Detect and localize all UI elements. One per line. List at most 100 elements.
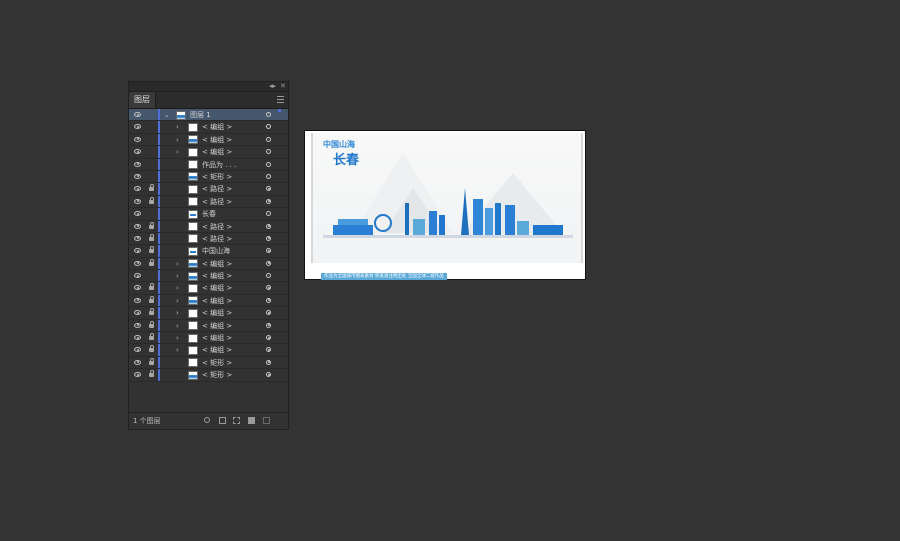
layer-row[interactable]: < 路径 >: [129, 183, 288, 196]
chevron-right-icon[interactable]: ›: [176, 146, 179, 158]
lock-icon[interactable]: [149, 221, 154, 229]
chevron-right-icon[interactable]: ›: [176, 270, 179, 282]
lock-icon[interactable]: [149, 345, 154, 353]
visibility-eye-icon[interactable]: [134, 112, 141, 117]
target-circle-icon[interactable]: [266, 223, 271, 229]
visibility-eye-icon[interactable]: [134, 335, 141, 341]
chevron-right-icon[interactable]: ›: [176, 121, 179, 133]
target-circle-icon[interactable]: [266, 359, 271, 365]
panel-menu-icon[interactable]: [277, 96, 284, 103]
target-circle-icon[interactable]: [266, 322, 271, 328]
lock-icon[interactable]: [149, 233, 154, 241]
visibility-eye-icon[interactable]: [134, 372, 141, 378]
layer-row[interactable]: › < 编组 >: [129, 133, 288, 147]
visibility-eye-icon[interactable]: [134, 310, 141, 316]
lock-icon[interactable]: [149, 283, 154, 291]
target-circle-icon[interactable]: [266, 173, 271, 179]
lock-icon[interactable]: [149, 370, 154, 378]
visibility-eye-icon[interactable]: [134, 285, 141, 291]
lock-icon[interactable]: [149, 184, 154, 192]
tab-layers[interactable]: 图层: [129, 92, 156, 108]
chevron-down-icon[interactable]: ⌄: [164, 109, 170, 121]
lock-icon[interactable]: [149, 295, 154, 303]
visibility-eye-icon[interactable]: [134, 211, 141, 217]
target-circle-icon[interactable]: [266, 335, 271, 341]
chevron-right-icon[interactable]: ›: [176, 320, 179, 332]
collapse-icon[interactable]: ◂▸: [269, 82, 276, 91]
target-circle-icon[interactable]: [266, 211, 271, 217]
target-circle-icon[interactable]: [266, 198, 271, 204]
layer-row[interactable]: › < 编组 >: [129, 319, 288, 333]
target-circle-icon[interactable]: [266, 161, 271, 167]
layer-row[interactable]: › < 编组 >: [129, 282, 288, 295]
visibility-eye-icon[interactable]: [134, 198, 141, 204]
layer-row[interactable]: › < 编组 >: [129, 332, 288, 345]
layer-row[interactable]: < 路径 >: [129, 232, 288, 246]
chevron-right-icon[interactable]: ›: [176, 307, 179, 319]
lock-icon[interactable]: [149, 333, 154, 341]
visibility-eye-icon[interactable]: [134, 149, 141, 155]
chevron-right-icon[interactable]: ›: [176, 332, 179, 344]
layer-row[interactable]: ⌄ 图层 1: [129, 109, 288, 122]
lock-icon[interactable]: [149, 196, 154, 204]
chevron-right-icon[interactable]: ›: [176, 295, 179, 307]
visibility-eye-icon[interactable]: [134, 161, 141, 167]
target-circle-icon[interactable]: [266, 297, 271, 303]
target-circle-icon[interactable]: [266, 235, 271, 241]
layer-row[interactable]: › < 编组 >: [129, 307, 288, 320]
new-layer-icon[interactable]: [248, 417, 255, 424]
visibility-eye-icon[interactable]: [134, 260, 141, 266]
target-circle-icon[interactable]: [266, 248, 271, 254]
target-circle-icon[interactable]: [266, 372, 271, 378]
visibility-eye-icon[interactable]: [134, 273, 141, 279]
lock-icon[interactable]: [149, 258, 154, 266]
target-circle-icon[interactable]: [266, 124, 271, 130]
layer-row[interactable]: < 矩形 >: [129, 369, 288, 382]
target-circle-icon[interactable]: [266, 112, 271, 117]
lock-icon[interactable]: [149, 357, 154, 365]
chevron-right-icon[interactable]: ›: [176, 344, 179, 356]
visibility-eye-icon[interactable]: [134, 322, 141, 328]
layer-row[interactable]: < 路径 >: [129, 195, 288, 209]
visibility-eye-icon[interactable]: [134, 359, 141, 365]
layer-row[interactable]: < 矩形 >: [129, 170, 288, 184]
layer-row[interactable]: 长春: [129, 208, 288, 221]
clipping-mask-icon[interactable]: [219, 417, 226, 424]
target-circle-icon[interactable]: [266, 260, 271, 266]
layer-row[interactable]: › < 编组 >: [129, 344, 288, 357]
target-circle-icon[interactable]: [266, 186, 271, 192]
layer-row[interactable]: › < 编组 >: [129, 270, 288, 283]
layer-row[interactable]: › < 编组 >: [129, 121, 288, 134]
visibility-eye-icon[interactable]: [134, 136, 141, 142]
target-circle-icon[interactable]: [266, 310, 271, 316]
visibility-eye-icon[interactable]: [134, 297, 141, 303]
chevron-right-icon[interactable]: ›: [176, 258, 179, 270]
target-circle-icon[interactable]: [266, 149, 271, 155]
layer-row[interactable]: › < 编组 >: [129, 294, 288, 308]
lock-icon[interactable]: [149, 308, 154, 316]
target-circle-icon[interactable]: [266, 285, 271, 291]
chevron-right-icon[interactable]: ›: [176, 282, 179, 294]
locate-object-icon[interactable]: [204, 417, 210, 423]
chevron-right-icon[interactable]: ›: [176, 134, 179, 146]
layer-row[interactable]: 中国山海: [129, 245, 288, 258]
visibility-eye-icon[interactable]: [134, 347, 141, 353]
lock-icon[interactable]: [149, 320, 154, 328]
layer-row[interactable]: › < 编组 >: [129, 257, 288, 271]
target-circle-icon[interactable]: [266, 347, 271, 353]
visibility-eye-icon[interactable]: [134, 173, 141, 179]
close-icon[interactable]: ✕: [280, 82, 286, 91]
layer-row[interactable]: < 路径 >: [129, 220, 288, 233]
delete-layer-icon[interactable]: [263, 417, 270, 424]
visibility-eye-icon[interactable]: [134, 124, 141, 130]
visibility-eye-icon[interactable]: [134, 223, 141, 229]
visibility-eye-icon[interactable]: [134, 235, 141, 241]
layer-row[interactable]: < 矩形 >: [129, 356, 288, 370]
new-sublayer-icon[interactable]: [233, 417, 240, 424]
visibility-eye-icon[interactable]: [134, 248, 141, 254]
lock-icon[interactable]: [149, 246, 154, 254]
target-circle-icon[interactable]: [266, 273, 271, 279]
target-circle-icon[interactable]: [266, 136, 271, 142]
layer-row[interactable]: › < 编组 >: [129, 146, 288, 159]
layer-row[interactable]: 作品为 . . .: [129, 158, 288, 171]
